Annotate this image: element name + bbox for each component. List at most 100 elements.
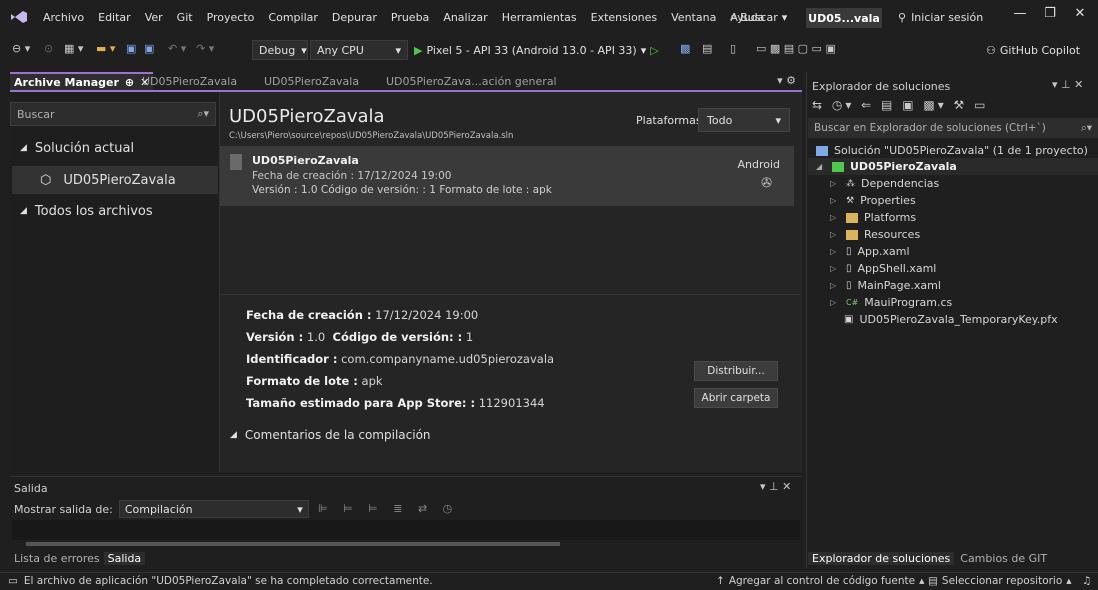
output-toolbar-icons[interactable]: ⊫ ⊨ ⊨ ≣ ⇄ ◷ <box>318 502 458 515</box>
detail-created-label: Fecha de creación : <box>246 308 372 322</box>
tab-ud05-2[interactable]: UD05PieroZavala <box>260 72 363 90</box>
archive-created: Fecha de creación : 17/12/2024 19:00 <box>252 170 452 182</box>
detail-created-value: 17/12/2024 19:00 <box>375 308 479 322</box>
collapsed-arrow-icon: ▷ <box>830 264 837 273</box>
se-item-platforms[interactable]: ▷ Platforms <box>830 209 916 226</box>
se-item-dependencies[interactable]: ▷ ⁂ Dependencias <box>830 175 939 192</box>
status-message-text: El archivo de aplicación "UD05PieroZaval… <box>23 575 433 587</box>
tree-item-ud05pierozavala[interactable]: ⬡ UD05PieroZavala <box>12 166 218 194</box>
add-source-control-button[interactable]: ↑ Agregar al control de código fuente ▴ <box>716 575 924 587</box>
new-project-icon[interactable]: ▦ ▾ <box>64 42 83 55</box>
output-panel-controls[interactable]: ▾ ⊥ ✕ <box>760 480 791 493</box>
platforms-label: Plataformas: <box>636 114 706 127</box>
menu-ver[interactable]: Ver <box>138 11 170 24</box>
github-copilot-button[interactable]: ⚇ GitHub Copilot <box>986 41 1080 59</box>
layout-icon[interactable]: ▭ ▩ ▤ ▢ ▭ ▣ <box>756 42 836 55</box>
menu-editar[interactable]: Editar <box>91 11 138 24</box>
distribute-button[interactable]: Distribuir... <box>694 361 778 381</box>
xaml-file-icon: ▯ <box>846 246 852 257</box>
se-item-app-xaml[interactable]: ▷ ▯ App.xaml <box>830 243 910 260</box>
solution-explorer-controls[interactable]: ▾ ⊥ ✕ <box>1052 78 1083 91</box>
menu-compilar[interactable]: Compilar <box>261 11 324 24</box>
se-item-properties[interactable]: ▷ ⚒ Properties <box>830 192 916 209</box>
tab-options-icon[interactable]: ▾ ⚙ <box>777 74 796 87</box>
se-item-mainpage-xaml[interactable]: ▷ ▯ MainPage.xaml <box>830 277 941 294</box>
tab-error-list[interactable]: Lista de errores <box>14 552 100 565</box>
notifications-bell-icon[interactable]: ♫ <box>1082 575 1091 587</box>
csharp-file-icon: C# <box>846 298 859 307</box>
se-item-appshell-xaml[interactable]: ▷ ▯ AppShell.xaml <box>830 260 936 277</box>
back-icon[interactable]: ⊖ ▾ <box>12 42 30 55</box>
tab-output[interactable]: Salida <box>103 551 146 565</box>
archive-list-item[interactable]: UD05PieroZavala Fecha de creación : 17/1… <box>220 146 794 206</box>
solution-explorer-bottom-tabs: Explorador de soluciones Cambios de GIT <box>808 550 1047 566</box>
menu-proyecto[interactable]: Proyecto <box>200 11 262 24</box>
detail-id-value: com.companyname.ud05pierozavala <box>341 352 555 366</box>
menu-git[interactable]: Git <box>170 11 200 24</box>
menu-ventana[interactable]: Ventana <box>664 11 723 24</box>
minimize-icon[interactable]: — <box>1010 6 1030 21</box>
document-tab-bar: Archive Manager ⊕ ✕ UD05PieroZavala UD05… <box>10 72 800 90</box>
output-horizontal-scrollbar[interactable] <box>14 540 804 548</box>
menu-prueba[interactable]: Prueba <box>384 11 436 24</box>
solution-path: C:\Users\Piero\source\repos\UD05PieroZav… <box>229 131 514 141</box>
build-comments-label: Comentarios de la compilación <box>244 428 431 442</box>
save-all-icon[interactable]: ▣ <box>144 42 154 55</box>
solution-explorer-search-input[interactable]: Buscar en Explorador de soluciones (Ctrl… <box>808 118 1098 138</box>
menu-extensiones[interactable]: Extensiones <box>584 11 665 24</box>
run-target-button[interactable]: ▶ Pixel 5 - API 33 (Android 13.0 - API 3… <box>414 41 659 59</box>
platform-dropdown[interactable]: Any CPU ▾ <box>310 40 408 60</box>
platforms-dropdown[interactable]: Todo ▾ <box>698 108 790 132</box>
forward-icon[interactable]: ⊙ <box>44 42 53 55</box>
output-text-area[interactable] <box>12 520 800 540</box>
toolbox-icon[interactable]: ▤ <box>702 42 712 55</box>
tab-archive-manager[interactable]: Archive Manager ⊕ ✕ <box>10 72 154 90</box>
tree-all-files[interactable]: ◢ Todos los archivos <box>20 202 153 220</box>
tree-current-solution[interactable]: ◢ Solución actual <box>20 139 134 157</box>
detail-format: Formato de lote : apk <box>246 374 383 388</box>
se-item-temporary-key[interactable]: ▣ UD05PieroZavala_TemporaryKey.pfx <box>844 311 1058 328</box>
menu-archivo[interactable]: Archivo <box>36 11 91 24</box>
menu-herramientas[interactable]: Herramientas <box>495 11 584 24</box>
archive-search-placeholder: Buscar <box>17 107 55 121</box>
output-source-dropdown[interactable]: Compilación ▾ <box>118 500 309 518</box>
start-without-debug-icon[interactable]: ▷ <box>650 44 658 57</box>
sign-in-button[interactable]: ⚲ Iniciar sesión <box>898 8 983 26</box>
chevron-down-icon: ▾ <box>297 502 303 516</box>
configuration-dropdown[interactable]: Debug ▾ <box>252 40 308 60</box>
restore-icon[interactable]: ❐ <box>1040 6 1060 21</box>
close-icon[interactable]: ✕ <box>1070 6 1090 21</box>
se-item-mauiprogram-cs[interactable]: ▷ C# MauiProgram.cs <box>830 294 952 311</box>
tab-ud05-overview[interactable]: UD05PieroZava...ación general <box>382 72 561 90</box>
se-item-solution[interactable]: Solución "UD05PieroZavala" (1 de 1 proye… <box>816 142 1088 159</box>
tab-git-changes[interactable]: Cambios de GIT <box>960 552 1047 565</box>
undo-icon[interactable]: ↶ ▾ <box>168 42 186 55</box>
pin-icon[interactable]: ⊕ <box>125 76 134 89</box>
tab-ud05-1[interactable]: UD05PieroZavala <box>138 72 241 90</box>
collapsed-arrow-icon: ▷ <box>830 179 837 188</box>
tab-solution-explorer[interactable]: Explorador de soluciones <box>808 551 955 565</box>
redo-icon[interactable]: ↷ ▾ <box>196 42 214 55</box>
global-search-button[interactable]: ⌕ Buscar ▾ <box>730 8 787 26</box>
solution-name-badge[interactable]: UD05...vala <box>806 8 882 28</box>
archive-search-input[interactable]: Buscar ⌕▾ <box>10 102 216 126</box>
se-item-resources[interactable]: ▷ Resources <box>830 226 920 243</box>
menu-depurar[interactable]: Depurar <box>325 11 384 24</box>
bookmark-icon[interactable]: ▯ <box>730 42 736 55</box>
collapsed-arrow-icon: ▷ <box>830 298 837 307</box>
device-manager-icon[interactable]: ▩ <box>680 42 690 55</box>
select-repository-button[interactable]: ▤ Seleccionar repositorio ▴ <box>928 575 1072 587</box>
open-folder-button[interactable]: Abrir carpeta <box>694 388 778 408</box>
se-item-project[interactable]: ◢ UD05PieroZavala <box>816 158 957 175</box>
archive-version-line: Versión : 1.0 Código de versión: : 1 For… <box>252 184 552 196</box>
scrollbar-thumb[interactable] <box>26 542 560 546</box>
build-comments-section[interactable]: ◢ Comentarios de la compilación <box>230 426 431 444</box>
save-icon[interactable]: ▣ <box>126 42 136 55</box>
solution-explorer-toolbar[interactable]: ⇆ ◷▾ ⇐ ▤ ▣ ▩▾ ⚒ ▭ <box>812 98 988 112</box>
detail-version: Versión : 1.0 Código de versión: : 1 <box>246 330 473 344</box>
expanded-arrow-icon: ◢ <box>816 162 823 171</box>
open-folder-icon[interactable]: ▬ ▾ <box>96 42 115 55</box>
detail-version-value: 1.0 <box>306 330 326 344</box>
platform-value: Any CPU <box>317 43 364 57</box>
menu-analizar[interactable]: Analizar <box>436 11 494 24</box>
